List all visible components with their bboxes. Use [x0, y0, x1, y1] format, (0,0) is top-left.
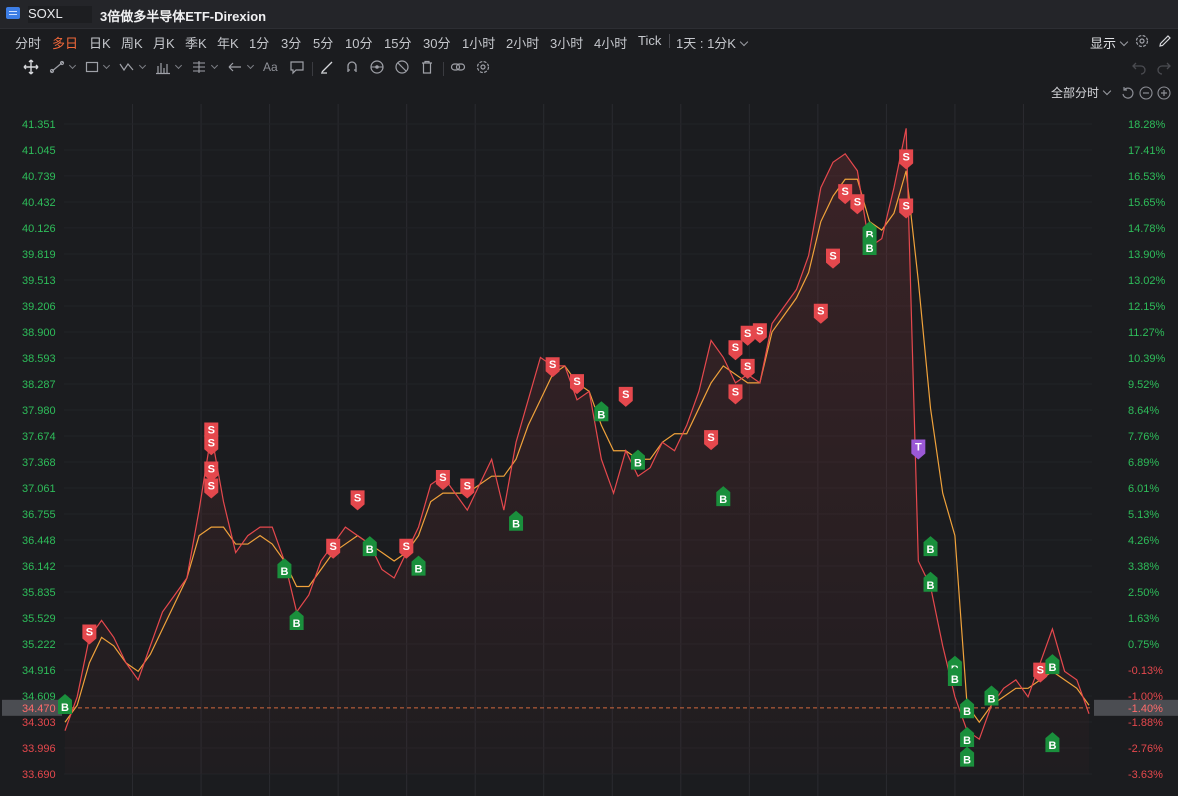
buy-marker-label: B [927, 580, 935, 592]
price-tick-label: 36.448 [22, 535, 56, 547]
price-tick-label: 33.690 [22, 769, 56, 781]
price-tick-label: 37.674 [22, 431, 56, 443]
pct-tick-label: 4.26% [1128, 535, 1159, 547]
current-price-label: 34.470 [22, 703, 56, 715]
buy-marker-label: B [293, 618, 301, 630]
sell-marker-label: S [573, 376, 580, 388]
sell-marker-label: S [756, 325, 763, 337]
sell-marker-label: S [208, 425, 215, 437]
current-pct-label: -1.40% [1128, 703, 1163, 715]
pct-tick-label: 0.75% [1128, 639, 1159, 651]
pct-tick-label: -1.88% [1128, 717, 1163, 729]
pct-tick-label: 9.52% [1128, 379, 1159, 391]
price-tick-label: 41.351 [22, 119, 56, 131]
pct-tick-label: 5.13% [1128, 509, 1159, 521]
pct-tick-label: 3.38% [1128, 561, 1159, 573]
buy-marker-label: B [415, 564, 423, 576]
pct-tick-label: 16.53% [1128, 171, 1166, 183]
pct-tick-label: 8.64% [1128, 405, 1159, 417]
pct-tick-label: -3.63% [1128, 769, 1163, 781]
buy-marker-label: B [366, 544, 374, 556]
buy-marker-label: B [512, 519, 520, 531]
buy-marker-label: B [1048, 662, 1056, 674]
pct-tick-label: -2.76% [1128, 743, 1163, 755]
buy-marker-label: B [987, 693, 995, 705]
pct-tick-label: 10.39% [1128, 353, 1166, 365]
sell-marker-label: S [208, 437, 215, 449]
price-tick-label: 39.819 [22, 249, 56, 261]
pct-tick-label: 6.89% [1128, 457, 1159, 469]
price-tick-label: 35.835 [22, 587, 56, 599]
pct-tick-label: 7.76% [1128, 431, 1159, 443]
sell-marker-label: S [354, 492, 361, 504]
buy-marker-label: B [963, 755, 971, 767]
buy-marker-label: B [61, 702, 69, 714]
price-tick-label: 39.513 [22, 275, 56, 287]
sell-marker-label: S [403, 541, 410, 553]
sell-marker-label: S [464, 481, 471, 493]
price-tick-label: 37.368 [22, 457, 56, 469]
price-tick-label: 36.755 [22, 509, 56, 521]
price-tick-label: 36.142 [22, 561, 56, 573]
sell-marker-label: S [902, 201, 909, 213]
sell-marker-label: S [902, 151, 909, 163]
sell-marker-label: S [622, 389, 629, 401]
sell-marker-label: S [208, 464, 215, 476]
price-tick-label: 38.287 [22, 379, 56, 391]
pct-tick-label: -0.13% [1128, 665, 1163, 677]
buy-marker-label: B [963, 706, 971, 718]
price-tick-label: 34.916 [22, 665, 56, 677]
sell-marker-label: S [208, 481, 215, 493]
pct-tick-label: 1.63% [1128, 613, 1159, 625]
sell-marker-label: S [707, 432, 714, 444]
sell-marker-label: S [549, 359, 556, 371]
pct-tick-label: 6.01% [1128, 483, 1159, 495]
buy-marker-label: B [597, 409, 605, 421]
buy-marker-label: B [927, 544, 935, 556]
sell-marker-label: S [817, 306, 824, 318]
buy-marker-label: B [634, 458, 642, 470]
sell-marker-label: S [732, 386, 739, 398]
pct-tick-label: 13.90% [1128, 249, 1166, 261]
price-tick-label: 37.061 [22, 483, 56, 495]
sell-marker-label: S [1037, 665, 1044, 677]
price-tick-label: 38.593 [22, 353, 56, 365]
sell-marker-label: S [86, 626, 93, 638]
price-tick-label: 40.126 [22, 223, 56, 235]
buy-marker-label: B [963, 735, 971, 747]
price-tick-label: 35.529 [22, 613, 56, 625]
pct-tick-label: 11.27% [1128, 327, 1165, 339]
pct-tick-label: 15.65% [1128, 197, 1166, 209]
sell-marker-label: S [829, 251, 836, 263]
price-tick-label: 41.045 [22, 145, 56, 157]
price-tick-label: 40.739 [22, 171, 56, 183]
price-tick-label: 35.222 [22, 639, 56, 651]
sell-marker-label: S [330, 541, 337, 553]
price-chart[interactable]: 41.351 41.045 40.739 40.432 40.126 39.819 39.5… [0, 0, 1178, 796]
sell-marker-label: S [439, 472, 446, 484]
pct-tick-label: 2.50% [1128, 587, 1159, 599]
sell-marker-label: S [842, 186, 849, 198]
buy-marker-label: B [866, 243, 874, 255]
sell-marker-label: S [744, 328, 751, 340]
pct-tick-label: 14.78% [1128, 223, 1166, 235]
buy-marker-label: B [280, 566, 288, 578]
price-tick-label: 39.206 [22, 301, 56, 313]
pct-tick-label: 17.41% [1128, 145, 1166, 157]
price-tick-label: 34.303 [22, 717, 56, 729]
sell-marker-label: S [744, 361, 751, 373]
price-tick-label: 38.900 [22, 327, 56, 339]
sell-marker-label: S [854, 196, 861, 208]
buy-marker-label: B [1048, 740, 1056, 752]
sell-marker-label: S [732, 342, 739, 354]
buy-marker-label: B [951, 674, 959, 686]
trade-marker-label: T [915, 441, 922, 453]
pct-tick-label: 12.15% [1128, 301, 1166, 313]
price-tick-label: 33.996 [22, 743, 56, 755]
price-tick-label: 37.980 [22, 405, 56, 417]
pct-tick-label: 13.02% [1128, 275, 1166, 287]
buy-marker-label: B [719, 494, 727, 506]
pct-tick-label: 18.28% [1128, 119, 1166, 131]
price-tick-label: 40.432 [22, 197, 56, 209]
